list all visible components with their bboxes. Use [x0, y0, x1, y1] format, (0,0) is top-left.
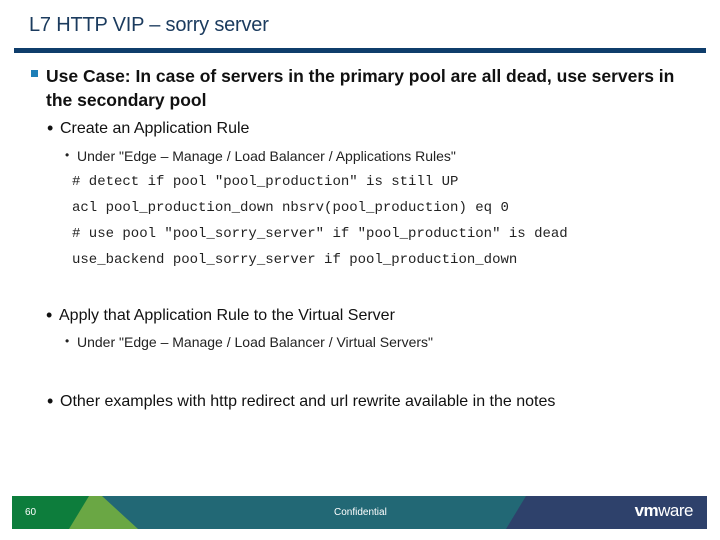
vmware-logo: vmware	[634, 501, 694, 520]
bullet-text: Under "Edge – Manage / Load Balancer / V…	[77, 334, 433, 350]
bullet-text: Apply that Application Rule to the Virtu…	[59, 307, 395, 324]
bullet-dot-icon: •	[65, 148, 70, 162]
slide-title: L7 HTTP VIP – sorry server	[29, 14, 269, 36]
page-number: 60	[25, 507, 37, 518]
bullet-use-case: Use Case: In case of servers in the prim…	[46, 66, 675, 110]
bullet-text: Under "Edge – Manage / Load Balancer / A…	[77, 148, 456, 164]
bullet-apply-rule: • Apply that Application Rule to the Vir…	[46, 305, 395, 325]
bullet-dot-icon: •	[47, 391, 54, 411]
code-line: use_backend pool_sorry_server if pool_pr…	[72, 252, 518, 268]
bullet-dot-icon: •	[46, 305, 53, 325]
code-line: # detect if pool "pool_production" is st…	[72, 174, 459, 190]
title-divider	[14, 48, 706, 53]
square-bullet-icon	[31, 70, 38, 77]
footer-bar: 60 Confidential vmware	[12, 496, 707, 529]
bullet-rules-path: • Under "Edge – Manage / Load Balancer /…	[65, 148, 456, 164]
bullet-other-examples: • Other examples with http redirect and …	[47, 391, 556, 411]
bullet-vs-path: • Under "Edge – Manage / Load Balancer /…	[65, 334, 433, 350]
bullet-text: Create an Application Rule	[60, 120, 250, 137]
bullet-text: Other examples with http redirect and ur…	[60, 393, 556, 410]
code-line: # use pool "pool_sorry_server" if "pool_…	[72, 226, 568, 242]
bullet-dot-icon: •	[65, 334, 70, 348]
code-line: acl pool_production_down nbsrv(pool_prod…	[72, 200, 509, 216]
confidential-label: Confidential	[334, 507, 387, 518]
bullet-create-rule: • Create an Application Rule	[47, 118, 250, 138]
bullet-dot-icon: •	[47, 118, 54, 138]
